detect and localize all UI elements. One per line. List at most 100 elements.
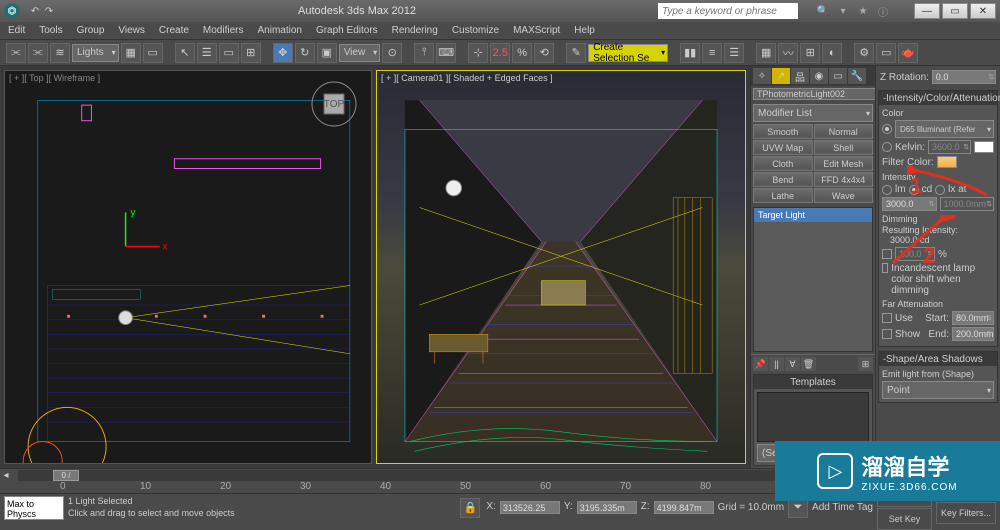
color-preset-radio[interactable] (882, 124, 892, 134)
snap-toggle-icon[interactable]: ⊹ (468, 43, 488, 63)
modifier-list-dropdown[interactable]: Modifier List (753, 104, 873, 122)
viewport-top[interactable]: [ + ][ Top ][ Wireframe ] TOP (4, 70, 372, 464)
mod-lathe-button[interactable]: Lathe (753, 188, 813, 203)
mod-ffd-button[interactable]: FFD 4x4x4 (814, 172, 874, 187)
pin-stack-icon[interactable]: 📌 (753, 357, 768, 371)
viewport-camera[interactable]: [ + ][ Camera01 ][ Shaded + Edged Faces … (376, 70, 746, 464)
mod-uvwmap-button[interactable]: UVW Map (753, 140, 813, 155)
configure-sets-icon[interactable]: ⊞ (858, 357, 873, 371)
curve-editor-icon[interactable]: 〰 (778, 43, 798, 63)
shape-dropdown[interactable]: Point (882, 381, 994, 399)
manipulate-icon[interactable]: ⫯ (414, 43, 434, 63)
rollout-shape-head[interactable]: - Shape/Area Shadows (879, 352, 997, 366)
menu-grapheditors[interactable]: Graph Editors (316, 25, 378, 36)
atten-end-spinner[interactable]: 200.0mm (952, 327, 994, 341)
time-slider-thumb[interactable]: 0 / 100 (53, 470, 79, 481)
schematic-icon[interactable]: ⊞ (800, 43, 820, 63)
mod-editmesh-button[interactable]: Edit Mesh (814, 156, 874, 171)
render-setup-icon[interactable]: ⚙ (854, 43, 874, 63)
tab-utilities-icon[interactable]: 🔧 (848, 68, 866, 84)
unlink-icon[interactable]: ⫘ (28, 43, 48, 63)
mod-wave-button[interactable]: Wave (814, 188, 874, 203)
remove-mod-icon[interactable]: 🗑 (801, 357, 816, 371)
maxscript-listener[interactable]: Max to Physcs (4, 496, 64, 520)
lock-selection-icon[interactable]: 🔒 (460, 498, 480, 518)
dim-pct-check[interactable] (882, 249, 892, 259)
mod-shell-button[interactable]: Shell (814, 140, 874, 155)
menu-help[interactable]: Help (574, 25, 595, 36)
help-search-input[interactable] (658, 3, 798, 19)
rollout-templates-head[interactable]: Templates (754, 375, 872, 389)
maximize-button[interactable]: ▭ (942, 3, 968, 19)
z-rotation-spinner[interactable]: 0.0 (932, 70, 996, 84)
viewport-camera-label[interactable]: [ + ][ Camera01 ][ Shaded + Edged Faces … (381, 73, 553, 83)
key-filters-button[interactable]: Key Filters... (936, 502, 996, 524)
make-unique-icon[interactable]: ∀ (785, 357, 800, 371)
menu-maxscript[interactable]: MAXScript (513, 25, 560, 36)
color-preset-dropdown[interactable]: D65 Illuminant (Refer (895, 120, 994, 138)
unit-cd-radio[interactable] (909, 185, 919, 195)
time-prev-icon[interactable]: ◂ (0, 470, 12, 481)
mod-cloth-button[interactable]: Cloth (753, 156, 813, 171)
align-icon[interactable]: ≡ (702, 43, 722, 63)
atten-use-check[interactable] (882, 313, 892, 323)
menu-modifiers[interactable]: Modifiers (203, 25, 244, 36)
select-region-icon[interactable]: ▭ (219, 43, 239, 63)
scale-icon[interactable]: ▣ (317, 43, 337, 63)
kelvin-radio[interactable] (882, 142, 892, 152)
stack-item-targetlight[interactable]: Target Light (754, 208, 872, 222)
ribbon-icon[interactable]: ▦ (756, 43, 776, 63)
set-key-button[interactable]: Set Key (877, 508, 932, 530)
bind-icon[interactable]: ≋ (50, 43, 70, 63)
select-object-icon[interactable]: ▭ (143, 43, 163, 63)
intensity-spinner[interactable]: 3000.0 (882, 197, 937, 211)
kelvin-color-swatch[interactable] (974, 141, 994, 153)
incand-check[interactable] (882, 263, 888, 273)
named-selection-dropdown[interactable]: Create Selection Se (588, 44, 668, 62)
redo-icon[interactable]: ↷ (42, 6, 56, 17)
menu-create[interactable]: Create (159, 25, 189, 36)
render-icon[interactable]: 🫖 (898, 43, 918, 63)
select-icon[interactable]: ↖ (175, 43, 195, 63)
mod-normal-button[interactable]: Normal (814, 124, 874, 139)
favorite-icon[interactable]: ★ (856, 4, 870, 18)
render-frame-icon[interactable]: ▭ (876, 43, 896, 63)
mirror-icon[interactable]: ▮▮ (680, 43, 700, 63)
menu-rendering[interactable]: Rendering (392, 25, 438, 36)
viewport-top-label[interactable]: [ + ][ Top ][ Wireframe ] (9, 73, 100, 83)
link-icon[interactable]: ⫘ (6, 43, 26, 63)
angle-snap-icon[interactable]: 2.5 (490, 43, 510, 63)
unit-lm-radio[interactable] (882, 185, 892, 195)
menu-views[interactable]: Views (118, 25, 145, 36)
mod-bend-button[interactable]: Bend (753, 172, 813, 187)
atten-show-check[interactable] (882, 329, 892, 339)
viewcube[interactable]: TOP (309, 79, 359, 129)
tab-hierarchy-icon[interactable]: 品 (791, 68, 809, 84)
minimize-button[interactable]: — (914, 3, 940, 19)
keyboard-shortcut-icon[interactable]: ⌨ (436, 43, 456, 63)
modifier-stack[interactable]: Target Light (753, 207, 873, 352)
coord-z-input[interactable] (654, 501, 714, 514)
rotate-icon[interactable]: ↻ (295, 43, 315, 63)
coord-x-input[interactable] (500, 501, 560, 514)
help-dropdown-icon[interactable]: ▾ (836, 4, 850, 18)
coord-y-input[interactable] (577, 501, 637, 514)
unit-lx-radio[interactable] (935, 185, 945, 195)
layers-icon[interactable]: ☰ (724, 43, 744, 63)
window-crossing-icon[interactable]: ⊞ (241, 43, 261, 63)
percent-snap-icon[interactable]: % (512, 43, 532, 63)
tab-modify-icon[interactable]: ↗ (772, 68, 790, 84)
menu-edit[interactable]: Edit (8, 25, 25, 36)
menu-group[interactable]: Group (77, 25, 105, 36)
tab-display-icon[interactable]: ▭ (829, 68, 847, 84)
tab-motion-icon[interactable]: ◉ (810, 68, 828, 84)
tab-create-icon[interactable]: ✧ (753, 68, 771, 84)
atten-start-spinner[interactable]: 80.0mm (952, 311, 994, 325)
rollout-ica-head[interactable]: - Intensity/Color/Attenuation (879, 91, 997, 105)
select-all-icon[interactable]: ▦ (121, 43, 141, 63)
selection-filter-dropdown[interactable]: Lights (72, 44, 119, 62)
object-name-input[interactable] (753, 88, 878, 100)
spinner-snap-icon[interactable]: ⟲ (534, 43, 554, 63)
menu-animation[interactable]: Animation (257, 25, 301, 36)
edit-named-sel-icon[interactable]: ✎ (566, 43, 586, 63)
